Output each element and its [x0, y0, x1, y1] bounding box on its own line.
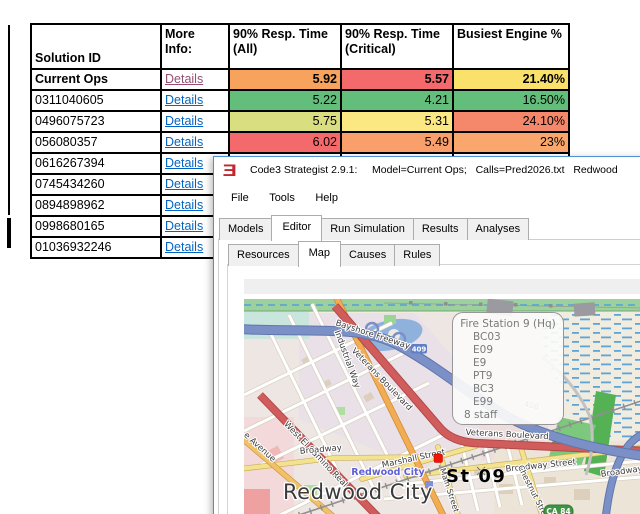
menu-bar: File Tools Help: [214, 185, 640, 211]
title-bar[interactable]: Ǝ Code3 Strategist 2.9.1: Model=Current …: [214, 157, 640, 185]
solution-id-cell: 0894898962: [30, 194, 162, 217]
details-link[interactable]: Details: [165, 177, 203, 191]
tooltip-unit: BC3: [473, 383, 495, 395]
tooltip-unit: BC03: [473, 331, 501, 343]
background-window-edge-bar: [7, 218, 11, 248]
resp-critical-cell: 5.49: [340, 131, 454, 154]
solution-id-cell: 0745434260: [30, 173, 162, 196]
tab-map[interactable]: Map: [297, 241, 341, 267]
tooltip-unit: E99: [473, 396, 493, 408]
resp-critical-cell: 5.57: [340, 68, 454, 91]
table-row: 0496075723 Details 5.75 5.31 24.10%: [30, 110, 570, 133]
busiest-engine-cell: 21.40%: [452, 68, 570, 91]
tooltip-unit: PT9: [473, 370, 493, 382]
resp-all-cell: 6.02: [228, 131, 342, 154]
solution-id-cell: 056080357: [30, 131, 162, 154]
col-header-resp-critical: 90% Resp. Time (Critical): [340, 23, 454, 70]
details-cell: Details: [160, 131, 230, 154]
main-tab-strip: Models Editor Run Simulation Results Ana…: [219, 215, 530, 241]
code3-logo-icon: Ǝ: [222, 161, 237, 180]
tab-resources[interactable]: Resources: [228, 244, 299, 266]
details-link[interactable]: Details: [165, 198, 203, 212]
resp-all-cell: 5.75: [228, 110, 342, 133]
tab-rules[interactable]: Rules: [394, 244, 441, 266]
col-header-solution-id: Solution ID: [30, 23, 162, 70]
tooltip-staff-count: 8 staff: [464, 409, 498, 421]
map-toolbar: [244, 279, 640, 294]
tooltip-title: Fire Station 9 (Hq): [460, 318, 556, 330]
tab-editor[interactable]: Editor: [271, 215, 323, 241]
route-409-text: 409: [412, 346, 427, 354]
tab-causes[interactable]: Causes: [339, 244, 396, 266]
map-canvas[interactable]: Bayshore Freeway 409 408 Industrial Way …: [244, 299, 640, 514]
solution-id-cell: 0616267394: [30, 152, 162, 175]
code3-strategist-window: Ǝ Code3 Strategist 2.9.1: Model=Current …: [213, 156, 640, 514]
menu-help[interactable]: Help: [315, 185, 338, 211]
col-header-more-info: More Info:: [160, 23, 230, 70]
solution-id-cell: 01036932246: [30, 236, 162, 259]
map-graphics: Bayshore Freeway 409 408 Industrial Way …: [244, 299, 640, 514]
tab-run-simulation[interactable]: Run Simulation: [321, 218, 414, 240]
tab-results[interactable]: Results: [412, 218, 468, 240]
table-row: 056080357 Details 6.02 5.49 23%: [30, 131, 570, 154]
details-link[interactable]: Details: [165, 219, 203, 233]
details-cell: Details: [160, 89, 230, 112]
busiest-engine-cell: 23%: [452, 131, 570, 154]
solution-id-cell: 0496075723: [30, 110, 162, 133]
resp-all-cell: 5.22: [228, 89, 342, 112]
busiest-engine-cell: 16.50%: [452, 89, 570, 112]
resp-critical-cell: 5.31: [340, 110, 454, 133]
details-cell: Details: [160, 68, 230, 91]
resp-critical-cell: 4.21: [340, 89, 454, 112]
tab-analyses[interactable]: Analyses: [466, 218, 530, 240]
table-row: Current Ops Details 5.92 5.57 21.40%: [30, 68, 570, 91]
details-link[interactable]: Details: [165, 72, 203, 86]
resp-all-cell: 5.92: [228, 68, 342, 91]
solution-id-cell: 0998680165: [30, 215, 162, 238]
editor-sub-tab-strip: Resources Map Causes Rules: [228, 241, 441, 267]
details-cell: Details: [160, 110, 230, 133]
ca84-text: CA 84: [546, 507, 570, 514]
col-header-busiest-engine: Busiest Engine %: [452, 23, 570, 70]
col-header-resp-all: 90% Resp. Time (All): [228, 23, 342, 70]
background-window-edge-line: [8, 25, 10, 215]
tooltip-unit: E09: [473, 344, 493, 356]
redwood-city-label: Redwood City: [283, 480, 433, 504]
details-link[interactable]: Details: [165, 135, 203, 149]
details-link[interactable]: Details: [165, 114, 203, 128]
tab-models[interactable]: Models: [219, 218, 273, 240]
solution-id-cell: Current Ops: [30, 68, 162, 91]
details-link[interactable]: Details: [165, 156, 203, 170]
station-tooltip: Fire Station 9 (Hq) BC03 E09 E9 PT9 BC3 …: [452, 312, 564, 425]
redwood-city-station-label: Redwood City: [351, 467, 425, 478]
station-9-text: St 09: [446, 466, 506, 487]
tooltip-unit: E9: [473, 357, 487, 369]
menu-file[interactable]: File: [231, 185, 249, 211]
busiest-engine-cell: 24.10%: [452, 110, 570, 133]
menu-tools[interactable]: Tools: [269, 185, 295, 211]
details-link[interactable]: Details: [165, 93, 203, 107]
window-title: Code3 Strategist 2.9.1: Model=Current Op…: [250, 164, 618, 176]
details-link[interactable]: Details: [165, 240, 203, 254]
table-row: 0311040605 Details 5.22 4.21 16.50%: [30, 89, 570, 112]
screen: Solution ID More Info: 90% Resp. Time (A…: [0, 0, 640, 514]
solution-id-cell: 0311040605: [30, 89, 162, 112]
table-header-row: Solution ID More Info: 90% Resp. Time (A…: [30, 23, 570, 70]
